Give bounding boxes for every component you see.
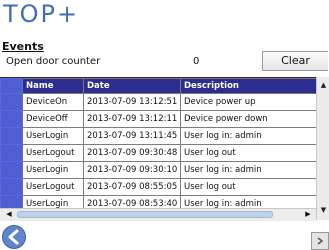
cell-name: UserLogin [22, 127, 84, 145]
corner-header-cell [0, 78, 23, 94]
app-logo: TOP+ [3, 0, 80, 28]
cell-description: User log out [180, 178, 317, 196]
row-header-cell[interactable] [0, 93, 23, 111]
cell-description: Device power up [180, 93, 317, 111]
back-button[interactable] [2, 225, 26, 249]
cell-name: UserLogout [22, 178, 84, 196]
cell-description: User log in: admin [180, 161, 317, 179]
triangle-up-icon[interactable]: ▲ [318, 80, 329, 91]
horizontal-scrollbar[interactable]: ◀ ▶ [0, 208, 316, 221]
cell-date: 2013-07-09 13:12:11 [83, 110, 181, 128]
column-header-description[interactable]: Description [180, 78, 317, 94]
open-door-counter-value: 0 [193, 56, 200, 67]
vertical-scrollbar[interactable]: ▲ ▼ [316, 77, 329, 220]
table-row[interactable]: DeviceOff 2013-07-09 13:12:11 Device pow… [0, 110, 317, 128]
cell-name: DeviceOn [22, 93, 84, 111]
back-arrow-icon [8, 229, 19, 245]
row-header-cell[interactable] [0, 127, 23, 145]
chevron-icon [317, 237, 324, 245]
events-table-container: Name Date Description DeviceOn 2013-07-0… [0, 77, 329, 229]
table-header-row: Name Date Description [0, 78, 317, 94]
column-header-date[interactable]: Date [83, 78, 181, 94]
row-header-cell[interactable] [0, 161, 23, 179]
table-row[interactable]: UserLogout 2013-07-09 09:30:48 User log … [0, 144, 317, 162]
row-header-cell[interactable] [0, 178, 23, 196]
page-scroll-button[interactable] [311, 232, 329, 250]
table-row[interactable]: UserLogin 2013-07-09 09:30:10 User log i… [0, 161, 317, 179]
triangle-left-icon[interactable]: ◀ [4, 209, 14, 220]
cell-date: 2013-07-09 09:30:10 [83, 161, 181, 179]
cell-name: UserLogout [22, 144, 84, 162]
row-header-cell[interactable] [0, 110, 23, 128]
table-row[interactable]: UserLogin 2013-07-09 13:11:45 User log i… [0, 127, 317, 145]
clear-button[interactable]: Clear [262, 51, 328, 71]
triangle-right-icon[interactable]: ▶ [303, 209, 313, 220]
cell-date: 2013-07-09 13:11:45 [83, 127, 181, 145]
cell-name: DeviceOff [22, 110, 84, 128]
cell-description: User log out [180, 144, 317, 162]
cell-date: 2013-07-09 13:12:51 [83, 93, 181, 111]
row-header-cell[interactable] [0, 144, 23, 162]
cell-date: 2013-07-09 08:55:05 [83, 178, 181, 196]
open-door-counter-label: Open door counter [6, 56, 101, 67]
horizontal-scrollbar-thumb[interactable] [17, 211, 273, 218]
table-row[interactable]: DeviceOn 2013-07-09 13:12:51 Device powe… [0, 93, 317, 111]
section-title: Events [2, 40, 44, 53]
cell-description: User log in: admin [180, 127, 317, 145]
column-header-name[interactable]: Name [22, 78, 84, 94]
table-row[interactable]: UserLogout 2013-07-09 08:55:05 User log … [0, 178, 317, 196]
events-table: Name Date Description DeviceOn 2013-07-0… [0, 78, 317, 213]
cell-name: UserLogin [22, 161, 84, 179]
cell-date: 2013-07-09 09:30:48 [83, 144, 181, 162]
cell-description: Device power down [180, 110, 317, 128]
triangle-down-icon[interactable]: ▼ [318, 205, 329, 216]
